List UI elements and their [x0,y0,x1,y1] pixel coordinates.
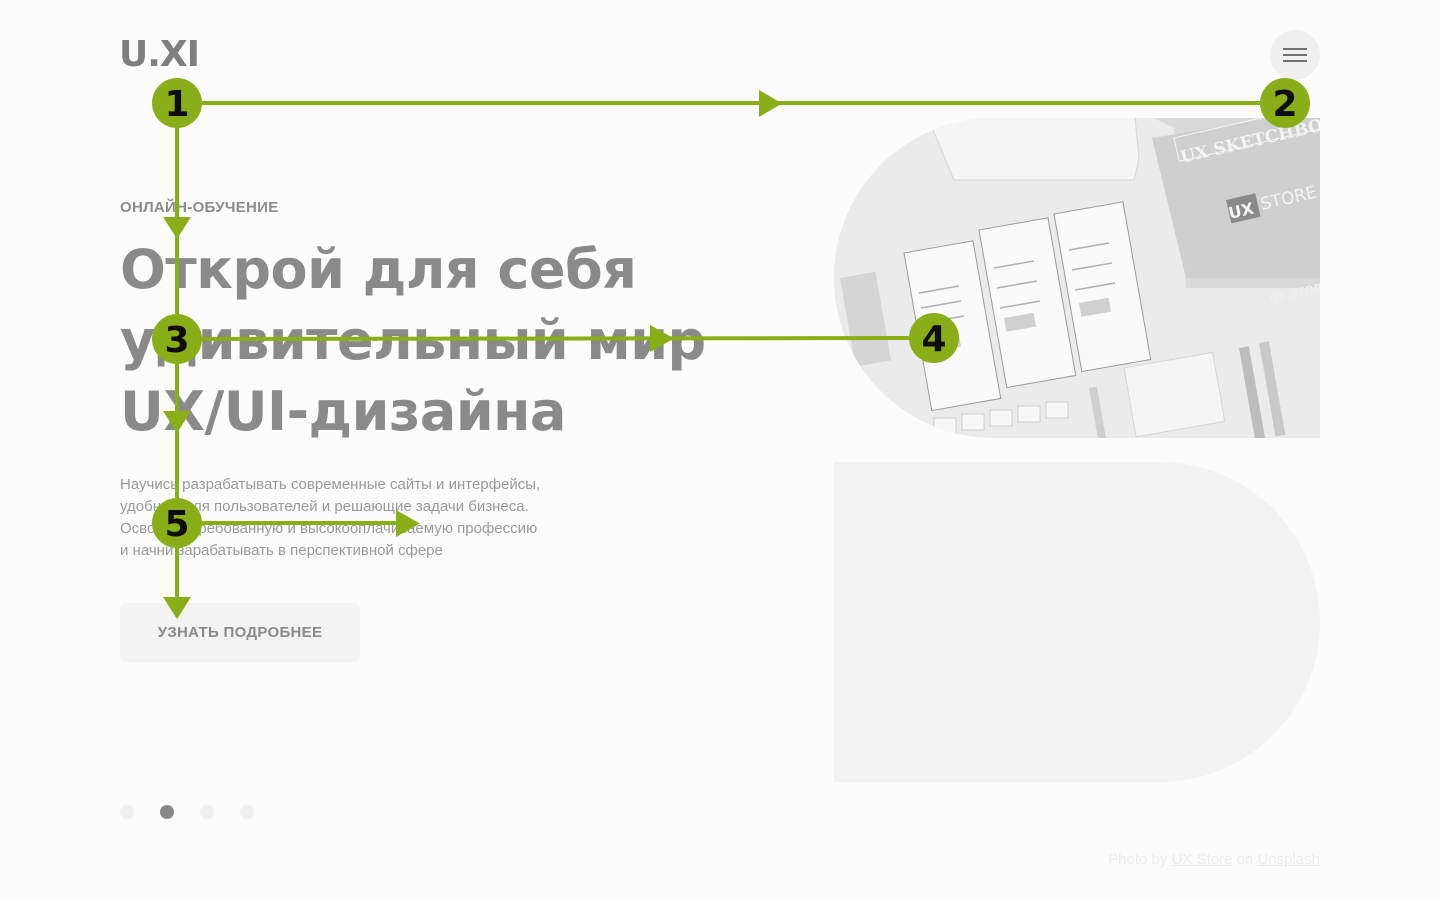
photo-credit: Photo by UX Store on Unsplash [1108,851,1320,868]
credit-middle: on [1236,851,1254,868]
menu-button[interactable] [1270,30,1320,80]
learn-more-button[interactable]: УЗНАТЬ ПОДРОБНЕЕ [120,603,360,662]
flow-arrowhead [759,90,782,117]
flow-marker-1: 1 [152,78,202,128]
credit-prefix: Photo by [1108,851,1168,868]
hero-description-line: Научись разрабатывать современные сайты … [120,476,541,493]
hero-photo: UX SKETCHBOOK UX STORE UX STORE [834,118,1320,438]
hero-title: Открой для себя удивительный мир UX/UI-д… [120,234,760,447]
credit-site-link[interactable]: Unsplash [1257,851,1320,868]
hero-title-line: UX/UI-дизайна [120,380,566,443]
decorative-shape [834,462,1320,782]
slider-dot[interactable] [160,805,174,819]
slider-dot[interactable] [120,805,134,819]
tray [1123,351,1226,438]
flow-marker-label: 1 [164,84,189,125]
hamburger-menu-icon [1283,48,1307,50]
hero-description-line: удобные для пользователей и решающие зад… [120,498,529,515]
hero-photo-illustration: UX SKETCHBOOK UX STORE UX STORE [834,118,1320,438]
logo[interactable]: U.XI [119,35,200,75]
hero-title-line: удивительный мир [120,309,706,372]
credit-author-link[interactable]: UX Store [1172,851,1233,868]
hero-description-line: Освой востребованную и высокооплачиваему… [120,520,538,537]
slider-dot[interactable] [200,805,214,819]
hero-eyebrow: ОНЛАЙН-ОБУЧЕНИЕ [120,199,279,216]
hero-description: Научись разрабатывать современные сайты … [120,474,590,562]
hero-description-line: и начни зарабатывать в перспективной сфе… [120,542,443,559]
slider-dot[interactable] [240,805,254,819]
hamburger-menu-icon-bar [1283,60,1307,62]
hamburger-menu-icon-bar [1283,54,1307,56]
hero-title-line: Открой для себя [120,238,637,301]
